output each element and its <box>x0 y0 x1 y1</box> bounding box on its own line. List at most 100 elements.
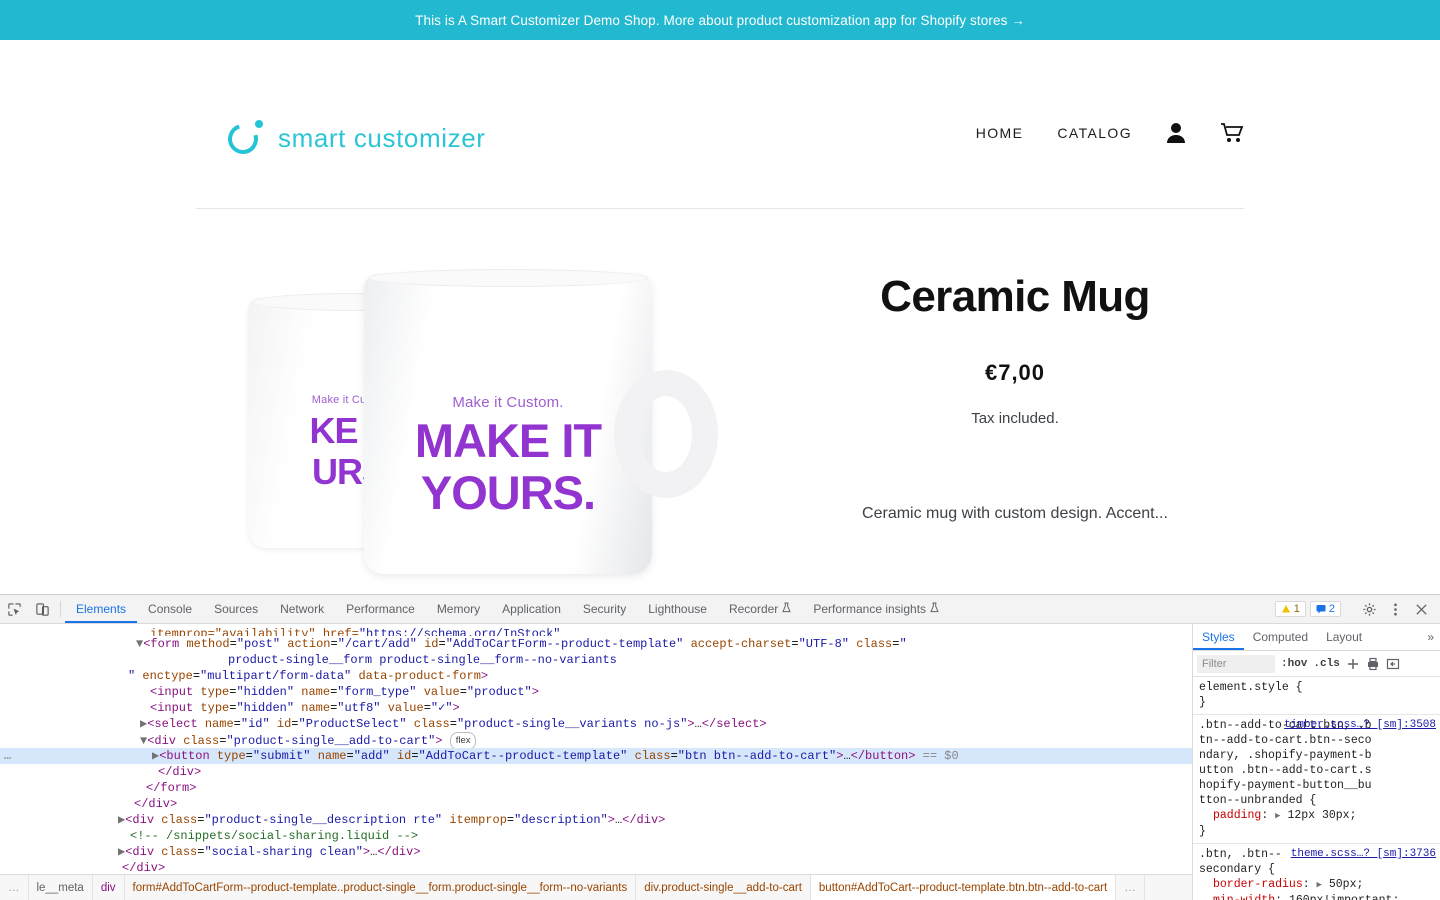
announcement-bar[interactable]: This is A Smart Customizer Demo Shop. Mo… <box>0 0 1440 40</box>
devtools-tab-list: Elements Console Sources Network Perform… <box>65 595 950 623</box>
dom-line[interactable]: product-single__form product-single__for… <box>0 652 1192 668</box>
kebab-menu-icon[interactable] <box>1384 598 1406 620</box>
tab-network[interactable]: Network <box>269 595 335 623</box>
device-toolbar-icon[interactable] <box>28 595 56 623</box>
tab-performance[interactable]: Performance <box>335 595 426 623</box>
product-title: Ceramic Mug <box>880 272 1150 321</box>
user-icon[interactable] <box>1166 122 1186 144</box>
mug-front-big-text-1: MAKE IT <box>414 414 602 467</box>
tax-note: Tax included. <box>971 410 1059 427</box>
dom-line-selected[interactable]: … ▶<button type="submit" name="add" id="A… <box>0 748 1192 764</box>
styles-rule-list[interactable]: element.style { } timber.scss…? [sm]:350… <box>1193 677 1440 900</box>
site-header: smart customizer HOME CATALOG <box>0 40 1440 209</box>
devtools-panel: Elements Console Sources Network Perform… <box>0 594 1440 900</box>
logo[interactable]: smart customizer <box>222 118 486 160</box>
product-image-mug-front: Make it Custom. MAKE IT YOURS. <box>364 269 718 574</box>
element-classes-button[interactable]: .cls <box>1313 658 1339 670</box>
tab-styles[interactable]: Styles <box>1193 624 1244 650</box>
styles-more-tabs[interactable]: » <box>1421 624 1440 650</box>
dom-line[interactable]: </div> <box>0 796 1192 812</box>
tab-security[interactable]: Security <box>572 595 637 623</box>
tab-elements[interactable]: Elements <box>65 595 137 623</box>
nav-item-catalog[interactable]: CATALOG <box>1057 125 1132 141</box>
style-rule-btn-add-to-cart[interactable]: timber.scss…? [sm]:3508 .btn--add-to-car… <box>1193 715 1440 844</box>
style-property-name[interactable]: padding <box>1213 809 1261 822</box>
product-price: €7,00 <box>984 360 1046 385</box>
style-rule-element-style[interactable]: element.style { } <box>1193 677 1440 715</box>
tab-computed[interactable]: Computed <box>1244 624 1317 650</box>
dom-breadcrumb: … le__meta div form#AddToCartForm--produ… <box>0 874 1192 900</box>
dom-line[interactable]: ▶<select name="id" id="ProductSelect" cl… <box>0 716 1192 732</box>
style-property-value[interactable]: 12px 30px; <box>1287 809 1356 822</box>
devtools-toolbar: Elements Console Sources Network Perform… <box>0 595 1440 624</box>
style-property-name[interactable]: min-width <box>1213 894 1275 900</box>
gear-icon[interactable] <box>1358 598 1380 620</box>
style-property-value[interactable]: 50px; <box>1329 878 1364 891</box>
breadcrumb-trailing[interactable]: … <box>1116 875 1145 900</box>
style-rule-selector[interactable]: .btn, .btn--secondary { <box>1199 847 1287 877</box>
dom-line[interactable]: </form> <box>0 780 1192 796</box>
element-state-icon[interactable] <box>1366 657 1380 671</box>
styles-tab-list: Styles Computed Layout » <box>1193 624 1440 651</box>
style-rule-source-link[interactable]: theme.scss…? [sm]:3736 <box>1291 847 1436 862</box>
dom-line[interactable]: <input type="hidden" name="utf8" value="… <box>0 700 1192 716</box>
style-property-value[interactable]: 160px!important; <box>1289 894 1399 900</box>
warning-count-badge[interactable]: 1 <box>1274 601 1306 617</box>
dom-line[interactable]: " enctype="multipart/form-data" data-pro… <box>0 668 1192 684</box>
tab-lighthouse[interactable]: Lighthouse <box>637 595 718 623</box>
devtools-body: itemprop="availability" href="https://sc… <box>0 624 1440 900</box>
tab-console[interactable]: Console <box>137 595 203 623</box>
style-rule-btn[interactable]: theme.scss…? [sm]:3736 .btn, .btn--secon… <box>1193 844 1440 900</box>
dom-line[interactable]: ▶<div class="social-sharing clean">…</di… <box>0 844 1192 860</box>
style-rule-selector[interactable]: element.style { <box>1199 680 1434 695</box>
breadcrumb-item-div[interactable]: div <box>93 875 125 900</box>
dom-line[interactable]: <!-- /snippets/social-sharing.liquid --> <box>0 828 1192 844</box>
add-style-rule-icon[interactable] <box>1346 657 1360 671</box>
style-property-name[interactable]: border-radius <box>1213 878 1303 891</box>
smart-customizer-logo-icon <box>222 118 264 160</box>
breadcrumb-item-form[interactable]: form#AddToCartForm--product-template..pr… <box>125 875 637 900</box>
product-gallery[interactable]: Make it Custom. KE IT URS. Make it Custo… <box>196 260 816 600</box>
cart-icon[interactable] <box>1220 122 1244 144</box>
dom-line[interactable]: ▼<form method="post" action="/cart/add" … <box>0 636 1192 652</box>
style-declaration[interactable]: border-radius: ▶ 50px; <box>1199 877 1434 893</box>
dom-line[interactable]: ▼<div class="product-single__add-to-cart… <box>0 732 1192 750</box>
tab-recorder[interactable]: Recorder <box>718 595 802 623</box>
product-info: Ceramic Mug €7,00 Tax included. Ceramic … <box>820 272 1210 523</box>
dom-tree[interactable]: itemprop="availability" href="https://sc… <box>0 624 1192 900</box>
tab-application[interactable]: Application <box>491 595 572 623</box>
tab-memory[interactable]: Memory <box>426 595 491 623</box>
dom-line[interactable]: itemprop="availability" href="https://sc… <box>0 626 1192 636</box>
style-declaration[interactable]: min-width: 160px!important; <box>1199 893 1434 900</box>
style-rule-close: } <box>1199 825 1206 838</box>
nav-item-home[interactable]: HOME <box>976 125 1024 141</box>
breadcrumb-item-add-to-cart-div[interactable]: div.product-single__add-to-cart <box>636 875 811 900</box>
style-rule-source-link[interactable]: timber.scss…? [sm]:3508 <box>1284 718 1436 733</box>
expand-triangle-icon[interactable]: ▶ <box>1317 880 1322 890</box>
breadcrumb-item-button[interactable]: button#AddToCart--product-template.btn.b… <box>810 875 1117 900</box>
tab-sources[interactable]: Sources <box>203 595 269 623</box>
product-description-preview: Ceramic mug with custom design. Accent..… <box>862 505 1168 522</box>
dom-line[interactable]: ▶<div class="product-single__description… <box>0 812 1192 828</box>
toggle-sidebar-icon[interactable] <box>1386 657 1400 671</box>
inspect-element-icon[interactable] <box>0 595 28 623</box>
tab-performance-insights[interactable]: Performance insights <box>802 595 950 623</box>
close-icon[interactable] <box>1410 598 1432 620</box>
experiment-flask-icon <box>782 602 792 616</box>
dom-line[interactable]: <input type="hidden" name="form_type" va… <box>0 684 1192 700</box>
force-state-hov-button[interactable]: :hov <box>1281 658 1307 670</box>
breadcrumb-overflow[interactable]: … <box>0 875 29 900</box>
tab-layout[interactable]: Layout <box>1317 624 1371 650</box>
styles-filter-input[interactable]: Filter <box>1197 654 1275 673</box>
style-declaration[interactable]: padding: ▶ 12px 30px; <box>1199 808 1434 824</box>
experiment-flask-icon <box>930 602 939 616</box>
breadcrumb-item-le-meta[interactable]: le__meta <box>29 875 93 900</box>
logo-text: smart customizer <box>278 122 486 153</box>
expand-triangle-icon[interactable]: ▶ <box>1275 811 1280 821</box>
overflow-dots[interactable]: … <box>4 748 11 764</box>
mug-front-big-text-2: YOURS. <box>420 465 596 519</box>
message-count-badge[interactable]: 2 <box>1309 601 1341 617</box>
styles-filter-bar: Filter :hov .cls <box>1193 651 1440 677</box>
announcement-text: This is A Smart Customizer Demo Shop. Mo… <box>415 12 1025 28</box>
dom-line[interactable]: </div> <box>0 764 1192 780</box>
